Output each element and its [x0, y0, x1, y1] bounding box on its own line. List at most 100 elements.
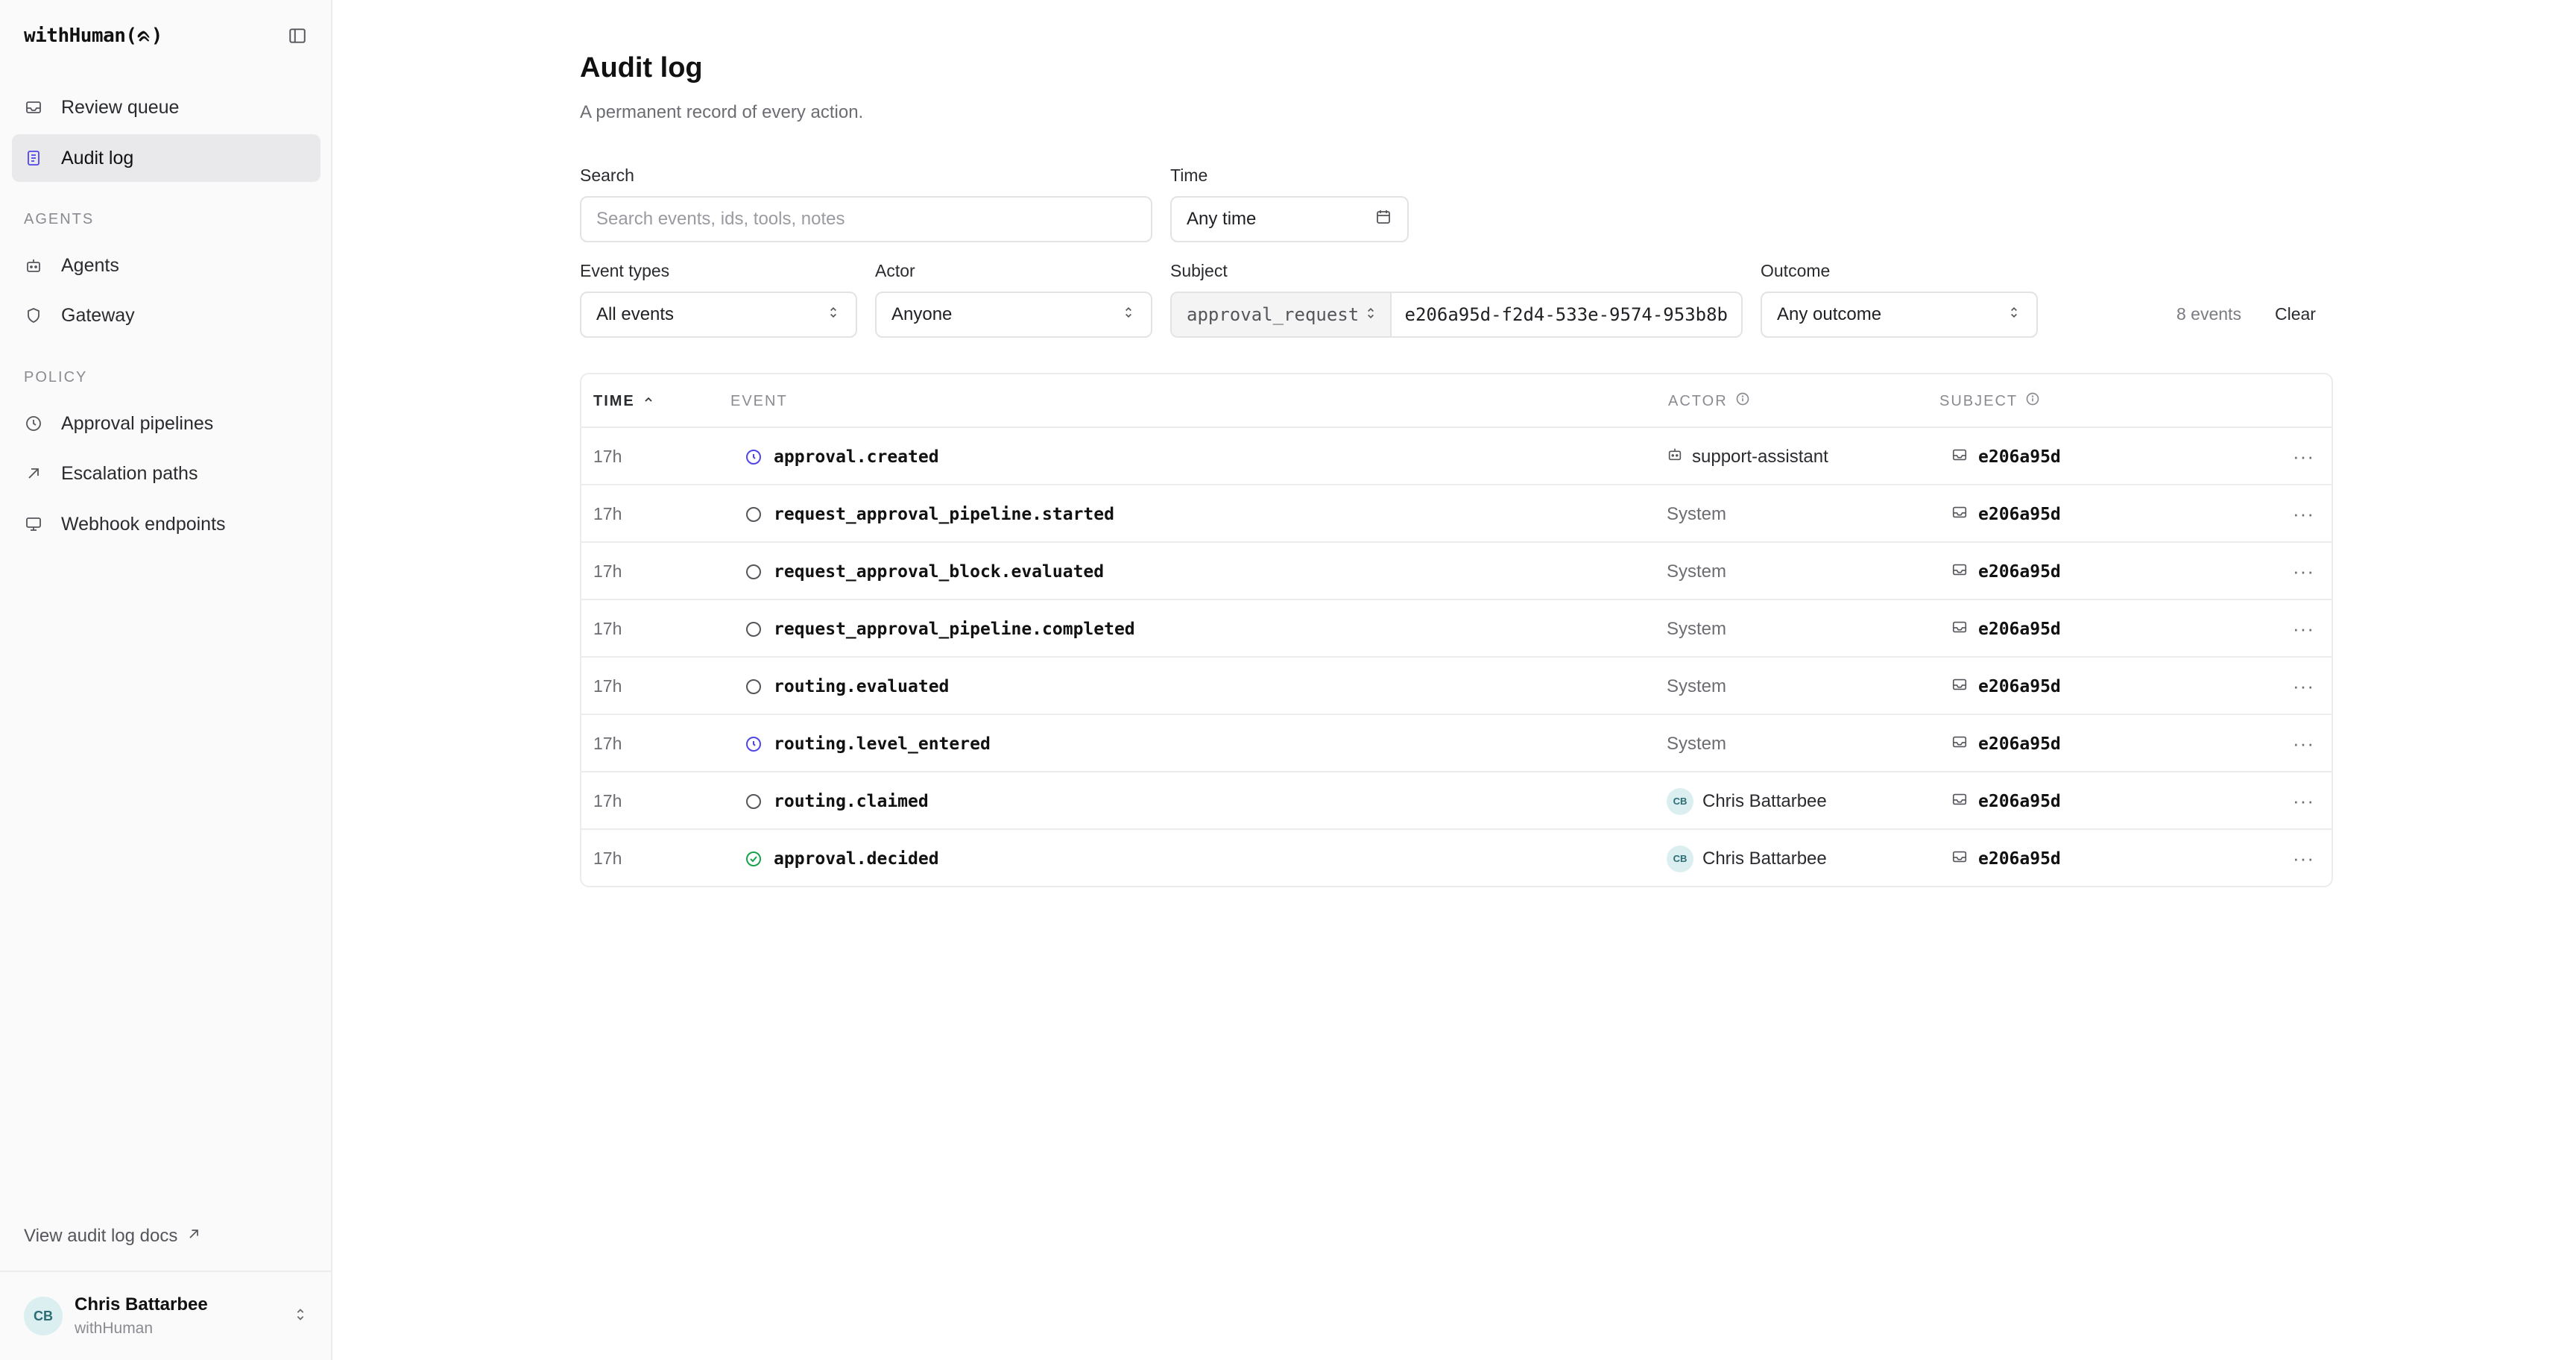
subject-cell[interactable]: e206a95d: [1951, 830, 2061, 887]
subject-cell[interactable]: e206a95d: [1951, 715, 2061, 772]
column-header-label: EVENT: [730, 392, 788, 409]
inbox-icon: [1951, 619, 1968, 640]
subject-cell[interactable]: e206a95d: [1951, 600, 2061, 658]
sidebar-item-gateway[interactable]: Gateway: [12, 292, 321, 339]
subject-cell[interactable]: e206a95d: [1951, 543, 2061, 600]
sidebar-item-webhook-endpoints[interactable]: Webhook endpoints: [12, 500, 321, 548]
subject-id: e206a95d: [1978, 734, 2061, 754]
avatar: CB: [1667, 787, 1693, 815]
user-org: withHuman: [75, 1320, 154, 1337]
subject-id-input[interactable]: e206a95d-f2d4-533e-9574-953b8b: [1392, 304, 1741, 325]
event-name: approval.created: [774, 447, 939, 467]
page-title: Audit log: [580, 52, 703, 84]
subject-cell[interactable]: e206a95d: [1951, 658, 2061, 715]
monitor-icon: [24, 514, 43, 534]
actor-select[interactable]: Anyone: [875, 292, 1152, 338]
sidebar-item-label: Webhook endpoints: [61, 513, 226, 535]
table-row[interactable]: 17h approval.created support-assistant e…: [581, 428, 2332, 485]
calendar-icon: [1374, 208, 1392, 231]
subject-type-select[interactable]: approval_request: [1172, 293, 1392, 336]
sidebar-item-label: Agents: [61, 254, 119, 276]
sidebar-toggle-icon[interactable]: [286, 25, 309, 47]
clear-button[interactable]: Clear: [2275, 304, 2316, 324]
subject-label: Subject: [1170, 261, 1228, 280]
actor-cell: System: [1667, 658, 1726, 715]
event-types-value: All events: [596, 304, 675, 324]
sidebar: withHuman(ᨑ) Review queue Audit log AGEN…: [0, 0, 332, 1360]
brand-logo[interactable]: withHuman(ᨑ): [24, 25, 162, 48]
table-row[interactable]: 17h routing.claimed CB Chris Battarbee e2…: [581, 772, 2332, 830]
sidebar-item-approval-pipelines[interactable]: Approval pipelines: [12, 400, 321, 447]
more-actions-icon[interactable]: ···: [2293, 658, 2314, 715]
chevron-up-down-icon: [2007, 304, 2021, 325]
subject-id: e206a95d: [1978, 619, 2061, 639]
more-actions-icon[interactable]: ···: [2293, 772, 2314, 830]
audit-log-docs-link[interactable]: View audit log docs: [24, 1226, 201, 1247]
event-name: request_approval_pipeline.completed: [774, 619, 1135, 639]
actor-cell: System: [1667, 485, 1726, 543]
column-header-time[interactable]: TIME: [593, 374, 654, 428]
event-cell: request_approval_block.evaluated: [744, 543, 1104, 600]
time-label: Time: [1170, 166, 1208, 185]
outcome-select[interactable]: Any outcome: [1761, 292, 2038, 338]
column-header-subject: SUBJECT: [1939, 374, 2040, 428]
info-icon[interactable]: [1735, 391, 1750, 411]
sidebar-item-audit-log[interactable]: Audit log: [12, 134, 321, 182]
table-row[interactable]: 17h request_approval_pipeline.started Sy…: [581, 485, 2332, 543]
subject-filter[interactable]: approval_request e206a95d-f2d4-533e-9574…: [1170, 292, 1743, 338]
sidebar-item-escalation-paths[interactable]: Escalation paths: [12, 450, 321, 497]
event-types-select[interactable]: All events: [580, 292, 857, 338]
table-row[interactable]: 17h routing.level_entered System e206a95…: [581, 715, 2332, 772]
arrow-up-right-icon: [24, 464, 43, 483]
user-name: Chris Battarbee: [75, 1294, 208, 1315]
time-cell: 17h: [593, 734, 622, 753]
actor-cell: System: [1667, 715, 1726, 772]
subject-id: e206a95d: [1978, 791, 2061, 811]
actor-name: System: [1667, 561, 1727, 582]
outcome-label: Outcome: [1761, 261, 1831, 280]
more-actions-icon[interactable]: ···: [2293, 543, 2314, 600]
clock-icon: [24, 414, 43, 433]
more-actions-icon[interactable]: ···: [2293, 830, 2314, 887]
event-cell: request_approval_pipeline.started: [744, 485, 1114, 543]
event-cell: approval.decided: [744, 830, 939, 887]
sidebar-item-agents[interactable]: Agents: [12, 242, 321, 289]
table-row[interactable]: 17h request_approval_block.evaluated Sys…: [581, 543, 2332, 600]
more-actions-icon[interactable]: ···: [2293, 428, 2314, 485]
column-header-actor: ACTOR: [1668, 374, 1750, 428]
table-row[interactable]: 17h routing.evaluated System e206a95d ··…: [581, 658, 2332, 715]
actor-cell: System: [1667, 600, 1726, 658]
inbox-icon: [1951, 676, 1968, 697]
more-actions-icon[interactable]: ···: [2293, 485, 2314, 543]
subject-cell[interactable]: e206a95d: [1951, 428, 2061, 485]
inbox-icon: [1951, 504, 1968, 525]
subject-id: e206a95d: [1978, 504, 2061, 524]
sidebar-item-label: Review queue: [61, 96, 180, 118]
search-input[interactable]: Search events, ids, tools, notes: [580, 196, 1152, 242]
brand-row: withHuman(ᨑ): [24, 21, 309, 51]
time-cell: 17h: [593, 619, 622, 638]
actor-cell[interactable]: support-assistant: [1667, 428, 1828, 485]
time-picker[interactable]: Any time: [1170, 196, 1409, 242]
table-row[interactable]: 17h approval.decided CB Chris Battarbee e…: [581, 830, 2332, 887]
outcome-value: Any outcome: [1777, 304, 1882, 324]
sidebar-item-review-queue[interactable]: Review queue: [12, 84, 321, 131]
actor-name: Chris Battarbee: [1702, 790, 1827, 811]
shield-icon: [24, 306, 43, 325]
subject-cell[interactable]: e206a95d: [1951, 772, 2061, 830]
event-cell: routing.claimed: [744, 772, 929, 830]
user-menu[interactable]: CB Chris Battarbee withHuman: [0, 1271, 332, 1360]
info-icon[interactable]: [2025, 391, 2040, 411]
actor-cell[interactable]: CB Chris Battarbee: [1667, 772, 1827, 830]
search-placeholder: Search events, ids, tools, notes: [596, 209, 845, 229]
more-actions-icon[interactable]: ···: [2293, 600, 2314, 658]
subject-cell[interactable]: e206a95d: [1951, 485, 2061, 543]
actor-name: Chris Battarbee: [1702, 848, 1827, 869]
inbox-icon: [1951, 447, 1968, 468]
more-actions-icon[interactable]: ···: [2293, 715, 2314, 772]
column-header-label: ACTOR: [1668, 392, 1728, 409]
subject-id: e206a95d: [1978, 447, 2061, 467]
table-row[interactable]: 17h request_approval_pipeline.completed …: [581, 600, 2332, 658]
actor-cell[interactable]: CB Chris Battarbee: [1667, 830, 1827, 887]
chevron-up-down-icon: [1121, 304, 1136, 325]
